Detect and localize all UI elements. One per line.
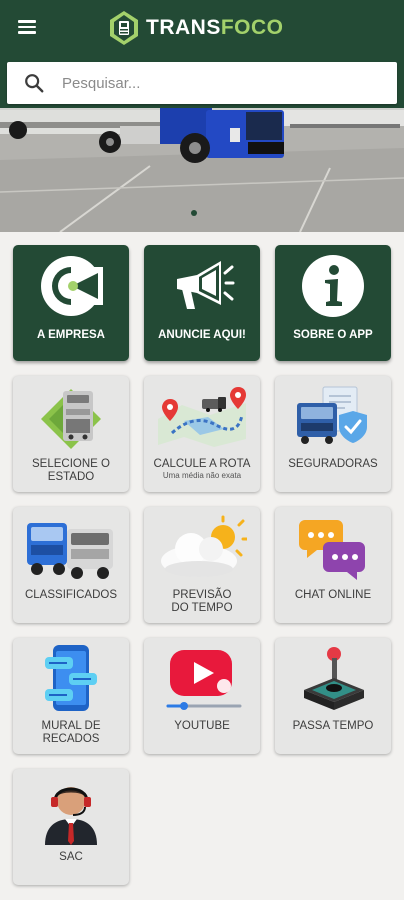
app-logo: TRANSFOCO bbox=[108, 8, 284, 48]
trucks-icon bbox=[27, 523, 113, 579]
tile-selecione-o-estado[interactable]: SELECIONE O ESTADO bbox=[13, 376, 129, 492]
tile-label: SELECIONE O ESTADO bbox=[32, 458, 110, 483]
tile-label: CHAT ONLINE bbox=[294, 589, 372, 601]
tile-label: MURAL DE RECADOS bbox=[41, 720, 101, 745]
tile-chat-online[interactable]: CHAT ONLINE bbox=[275, 507, 391, 623]
tile-classificados[interactable]: CLASSIFICADOS bbox=[13, 507, 129, 623]
youtube-icon bbox=[166, 650, 242, 710]
tile-sobre-o-app[interactable]: SOBRE O APP bbox=[275, 245, 391, 361]
logo-text-trans: TRANS bbox=[146, 16, 221, 39]
support-agent-icon bbox=[45, 787, 97, 845]
tile-label: ANUNCIE AQUI! bbox=[158, 329, 246, 341]
menu-grid: A EMPRESA ANUNCIE AQUI! SOBRE O APP SELE… bbox=[0, 232, 404, 900]
tile-seguradoras[interactable]: SEGURADORAS bbox=[275, 376, 391, 492]
tile-label: SAC bbox=[59, 851, 83, 863]
tile-label: SOBRE O APP bbox=[293, 329, 373, 341]
tile-label: YOUTUBE bbox=[174, 720, 230, 732]
route-map-icon bbox=[158, 387, 246, 447]
joystick-icon bbox=[304, 647, 364, 710]
megaphone-icon bbox=[177, 261, 235, 309]
tile-a-empresa[interactable]: A EMPRESA bbox=[13, 245, 129, 361]
tile-label: A EMPRESA bbox=[37, 329, 105, 341]
tile-label: PREVISÃO DO TEMPO bbox=[171, 589, 233, 614]
truck-banner-image bbox=[0, 108, 404, 232]
tile-sublabel: Uma média não exata bbox=[162, 471, 242, 480]
app-header: TRANSFOCO bbox=[0, 0, 404, 108]
message-board-icon bbox=[45, 645, 97, 711]
logo-text-foco: FOCO bbox=[220, 16, 284, 39]
state-map-icon bbox=[41, 389, 101, 449]
tile-passa-tempo[interactable]: PASSA TEMPO bbox=[275, 638, 391, 754]
menu-icon[interactable] bbox=[15, 17, 41, 39]
insurance-icon bbox=[297, 386, 367, 444]
weather-icon bbox=[161, 515, 247, 577]
tile-label: CLASSIFICADOS bbox=[24, 589, 118, 601]
tile-previsao-do-tempo[interactable]: PREVISÃO DO TEMPO bbox=[144, 507, 260, 623]
banner-carousel[interactable] bbox=[0, 108, 404, 232]
tile-mural-de-recados[interactable]: MURAL DE RECADOS bbox=[13, 638, 129, 754]
search-bar[interactable] bbox=[7, 62, 397, 104]
info-icon bbox=[302, 255, 364, 317]
tile-label: SEGURADORAS bbox=[288, 458, 378, 470]
chat-icon bbox=[299, 520, 365, 580]
search-icon[interactable] bbox=[23, 72, 45, 94]
tile-anuncie-aqui[interactable]: ANUNCIE AQUI! bbox=[144, 245, 260, 361]
tile-label: CALCULE A ROTA bbox=[153, 458, 251, 470]
tile-calcule-a-rota[interactable]: CALCULE A ROTA Uma média não exata bbox=[144, 376, 260, 492]
company-icon bbox=[41, 256, 103, 316]
tile-sac[interactable]: SAC bbox=[13, 769, 129, 885]
logo-shield-icon bbox=[110, 11, 138, 45]
tile-youtube[interactable]: YOUTUBE bbox=[144, 638, 260, 754]
search-input[interactable] bbox=[62, 74, 362, 92]
tile-label: PASSA TEMPO bbox=[292, 720, 374, 732]
carousel-dot[interactable] bbox=[191, 210, 197, 216]
